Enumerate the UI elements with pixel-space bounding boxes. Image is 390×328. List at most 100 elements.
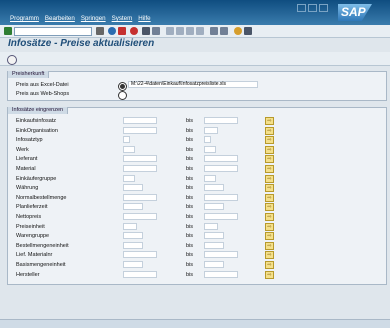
back-icon[interactable] — [108, 27, 116, 35]
field-15-from-input[interactable] — [123, 261, 143, 268]
field-10-to-input[interactable] — [204, 213, 238, 220]
field-13-from-input[interactable] — [123, 241, 143, 249]
field-6-from-input[interactable] — [123, 174, 135, 182]
field-0-multiple-selection-icon[interactable]: ⇨ — [265, 117, 274, 125]
field-12-from-input[interactable] — [123, 232, 143, 240]
field-5-to-input[interactable] — [204, 165, 238, 172]
shortcut-icon[interactable] — [220, 27, 228, 35]
field-2-from-input[interactable] — [123, 136, 130, 144]
field-8-from-input[interactable] — [123, 193, 157, 201]
field-1-label: EinkOrganisation — [16, 127, 58, 134]
field-3-bis-label: bis — [186, 146, 194, 153]
field-16-multiple-selection-icon[interactable]: ⇨ — [265, 270, 274, 279]
field-7-bis-label: bis — [186, 185, 194, 192]
field-9-to-input[interactable] — [204, 203, 224, 211]
exit-icon[interactable] — [130, 27, 138, 35]
field-14-multiple-selection-icon[interactable]: ⇨ — [265, 251, 274, 260]
field-1-to-input[interactable] — [204, 126, 218, 134]
prev-page-icon[interactable] — [176, 27, 184, 35]
field-11-to-input[interactable] — [204, 222, 218, 230]
field-14-from-input[interactable] — [123, 251, 157, 259]
field-12-bis-label: bis — [186, 233, 194, 240]
execute-icon[interactable] — [7, 55, 17, 65]
check-icon[interactable] — [4, 27, 12, 35]
customize-icon[interactable] — [244, 27, 252, 35]
field-7-from-input[interactable] — [123, 184, 143, 192]
menu-system[interactable]: System — [112, 15, 133, 22]
close-icon[interactable] — [319, 4, 328, 12]
field-8-to-input[interactable] — [204, 193, 238, 201]
window-controls — [297, 4, 328, 12]
field-0-to-input[interactable] — [204, 117, 238, 124]
next-page-icon[interactable] — [186, 27, 194, 35]
field-15-bis-label: bis — [186, 262, 194, 268]
menu-programm[interactable]: Programm — [10, 15, 39, 22]
field-6-label: Einkäufergruppe — [16, 175, 57, 182]
field-16-bis-label: bis — [186, 271, 194, 278]
field-12-multiple-selection-icon[interactable]: ⇨ — [265, 232, 274, 241]
field-0-from-input[interactable] — [123, 117, 157, 124]
field-3-to-input[interactable] — [204, 145, 216, 153]
field-3-multiple-selection-icon[interactable]: ⇨ — [265, 145, 274, 154]
new-session-icon[interactable] — [210, 27, 218, 35]
menu-springen[interactable]: Springen — [81, 15, 106, 22]
field-10-multiple-selection-icon[interactable]: ⇨ — [265, 213, 274, 221]
field-10-from-input[interactable] — [123, 213, 157, 220]
field-9-from-input[interactable] — [123, 203, 143, 211]
field-8-multiple-selection-icon[interactable]: ⇨ — [265, 193, 274, 202]
field-11-multiple-selection-icon[interactable]: ⇨ — [265, 222, 274, 231]
field-2-to-input[interactable] — [204, 136, 211, 144]
radio-excel[interactable] — [118, 82, 127, 91]
field-5-from-input[interactable] — [123, 165, 157, 172]
field-10-label: Nettopreis — [16, 214, 42, 220]
field-4-from-input[interactable] — [123, 155, 157, 163]
field-4-to-input[interactable] — [204, 155, 238, 163]
save-icon[interactable] — [96, 27, 104, 35]
field-14-to-input[interactable] — [204, 251, 238, 259]
last-page-icon[interactable] — [196, 27, 204, 35]
field-3-from-input[interactable] — [123, 145, 135, 153]
application-toolbar — [0, 52, 390, 66]
help-icon[interactable] — [234, 27, 242, 35]
field-4-bis-label: bis — [186, 156, 194, 163]
radio-web[interactable] — [118, 91, 127, 100]
field-6-bis-label: bis — [186, 175, 194, 182]
field-15-to-input[interactable] — [204, 261, 224, 268]
print-icon[interactable] — [142, 27, 150, 35]
field-13-multiple-selection-icon[interactable]: ⇨ — [265, 241, 274, 250]
menu-bearbeiten[interactable]: Bearbeiten — [45, 15, 75, 22]
field-16-from-input[interactable] — [123, 270, 157, 278]
field-10-bis-label: bis — [186, 214, 194, 220]
field-4-multiple-selection-icon[interactable]: ⇨ — [265, 155, 274, 164]
command-field[interactable] — [14, 27, 92, 36]
field-7-label: Währung — [16, 185, 39, 192]
field-7-to-input[interactable] — [204, 184, 224, 192]
field-0-bis-label: bis — [186, 118, 194, 124]
standard-toolbar — [0, 25, 390, 38]
field-6-multiple-selection-icon[interactable]: ⇨ — [265, 174, 274, 183]
field-2-multiple-selection-icon[interactable]: ⇨ — [265, 136, 274, 145]
field-14-bis-label: bis — [186, 252, 194, 259]
excel-file-input[interactable]: M:\22-4\daten\Einkauf\Infosatzpreisliste… — [128, 81, 258, 88]
field-7-multiple-selection-icon[interactable]: ⇨ — [265, 184, 274, 193]
field-12-label: Warengruppe — [16, 233, 50, 240]
field-5-multiple-selection-icon[interactable]: ⇨ — [265, 165, 274, 173]
menu-list: Programm Bearbeiten Springen System Hilf… — [10, 15, 151, 22]
field-9-multiple-selection-icon[interactable]: ⇨ — [265, 203, 274, 212]
field-1-from-input[interactable] — [123, 126, 157, 134]
field-2-label: Infosatztyp — [16, 137, 43, 144]
maximize-icon[interactable] — [308, 4, 317, 12]
first-page-icon[interactable] — [166, 27, 174, 35]
cancel-icon[interactable] — [118, 27, 126, 35]
find-icon[interactable] — [152, 27, 160, 35]
field-15-multiple-selection-icon[interactable]: ⇨ — [265, 261, 274, 269]
field-16-to-input[interactable] — [204, 270, 238, 278]
minimize-icon[interactable] — [297, 4, 306, 12]
field-11-from-input[interactable] — [123, 222, 137, 230]
field-6-to-input[interactable] — [204, 174, 216, 182]
field-12-to-input[interactable] — [204, 232, 224, 240]
field-2-bis-label: bis — [186, 137, 194, 144]
field-13-to-input[interactable] — [204, 241, 224, 249]
field-1-multiple-selection-icon[interactable]: ⇨ — [265, 126, 274, 135]
menu-hilfe[interactable]: Hilfe — [138, 15, 150, 22]
